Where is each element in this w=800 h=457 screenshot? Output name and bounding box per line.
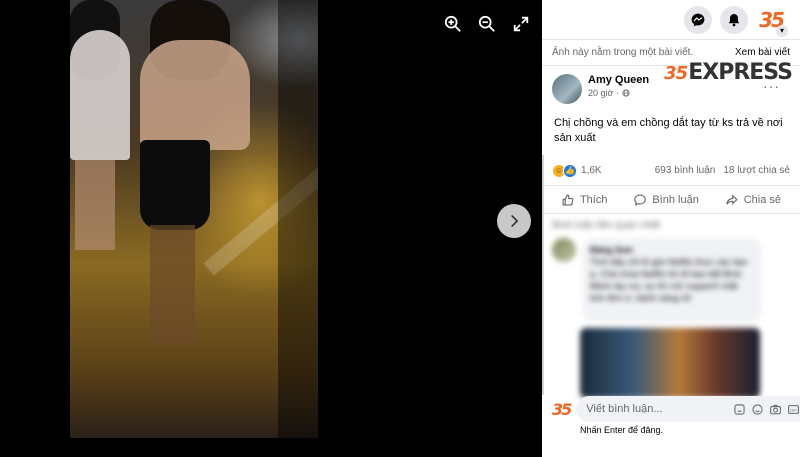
- gif-icon[interactable]: GIF: [786, 402, 800, 416]
- post-panel: 35 ▾ Ảnh này nằm trong một bài viết. Xem…: [542, 0, 800, 457]
- post-caption: Chị chồng và em chồng dắt tay từ ks trả …: [554, 117, 783, 144]
- reaction-icons[interactable]: ☺ 👍: [552, 163, 577, 178]
- like-button[interactable]: Thích: [561, 193, 608, 207]
- express-watermark-logo: 35EXPRESS: [664, 60, 793, 85]
- account-menu-button[interactable]: 35 ▾: [756, 5, 788, 37]
- comment-item: Đăng Sơn Tình tiếp chỉ tỏ gioi Netflix t…: [542, 236, 800, 324]
- info-text: Ảnh này nằm trong một bài viết.: [552, 47, 694, 58]
- comment-label: Bình luận: [652, 193, 699, 206]
- svg-text:GIF: GIF: [790, 407, 797, 412]
- photo-viewer: [0, 0, 542, 457]
- comment-composer: 35 GIF: [542, 396, 800, 422]
- comments-section: Bình luận liên quan nhất Đăng Sơn Tình t…: [542, 214, 800, 398]
- emoji-icon[interactable]: [750, 402, 764, 416]
- reactions-bar: ☺ 👍 1,6K 693 bình luận 18 lượt chia sẻ: [542, 156, 800, 186]
- photo-viewer-window: 35 ▾ Ảnh này nằm trong một bài viết. Xem…: [0, 0, 800, 457]
- comment-icon: [634, 194, 647, 206]
- top-bar: 35 ▾: [542, 0, 800, 40]
- share-button[interactable]: Chia sẻ: [725, 193, 781, 207]
- comment-count[interactable]: 693 bình luận: [655, 165, 716, 176]
- share-count[interactable]: 18 lượt chia sẻ: [723, 165, 790, 176]
- post-time[interactable]: 20 giờ ·: [588, 88, 619, 98]
- view-post-link[interactable]: Xem bài viết: [735, 47, 790, 58]
- zoom-out-icon[interactable]: [475, 12, 499, 36]
- share-label: Chia sẻ: [743, 193, 782, 206]
- sticker-icon[interactable]: [732, 402, 746, 416]
- post-actions: Thích Bình luận Chia sẻ: [542, 186, 800, 214]
- author-avatar[interactable]: [552, 74, 582, 104]
- enter-to-post-hint: Nhấn Enter để đăng.: [580, 425, 664, 435]
- comment-input[interactable]: [586, 403, 729, 415]
- globe-icon: [622, 89, 630, 97]
- fullscreen-icon[interactable]: [509, 12, 533, 36]
- reaction-count[interactable]: 1,6K: [581, 165, 602, 176]
- comment-bubble: Đăng Sơn Tình tiếp chỉ tỏ gioi Netflix t…: [582, 238, 762, 322]
- current-user-avatar[interactable]: 35: [552, 397, 572, 421]
- chevron-down-icon: ▾: [776, 24, 788, 37]
- comment-sort-selector[interactable]: Bình luận liên quan nhất: [542, 214, 800, 236]
- notifications-bell-icon: [728, 13, 740, 26]
- comment-button[interactable]: Bình luận: [633, 193, 699, 207]
- like-label: Thích: [579, 193, 608, 206]
- zoom-in-icon[interactable]: [441, 12, 465, 36]
- comment-attached-image[interactable]: [580, 328, 760, 398]
- user-logo-icon: 35: [552, 399, 572, 419]
- next-photo-button[interactable]: [497, 204, 531, 238]
- comment-text: Tình tiếp chỉ tỏ gioi Netflix thực các b…: [590, 257, 748, 303]
- like-reaction-icon: 👍: [563, 163, 577, 178]
- comment-input-wrapper: GIF: [576, 396, 800, 422]
- scrollbar[interactable]: [542, 155, 544, 395]
- notifications-button[interactable]: [720, 5, 748, 34]
- thumbs-up-icon: [562, 194, 574, 205]
- commenter-name[interactable]: Đăng Sơn: [590, 244, 754, 256]
- author-name[interactable]: Amy Queen: [588, 74, 649, 86]
- author-block: Amy Queen 20 giờ ·: [588, 74, 649, 98]
- post-photo[interactable]: [70, 0, 318, 438]
- messenger-icon: [691, 13, 705, 26]
- commenter-avatar[interactable]: [552, 238, 576, 262]
- post-meta: 20 giờ ·: [588, 88, 649, 98]
- messenger-button[interactable]: [684, 5, 712, 34]
- chevron-right-icon: [511, 214, 519, 228]
- camera-icon[interactable]: [768, 402, 782, 416]
- share-icon: [725, 194, 738, 205]
